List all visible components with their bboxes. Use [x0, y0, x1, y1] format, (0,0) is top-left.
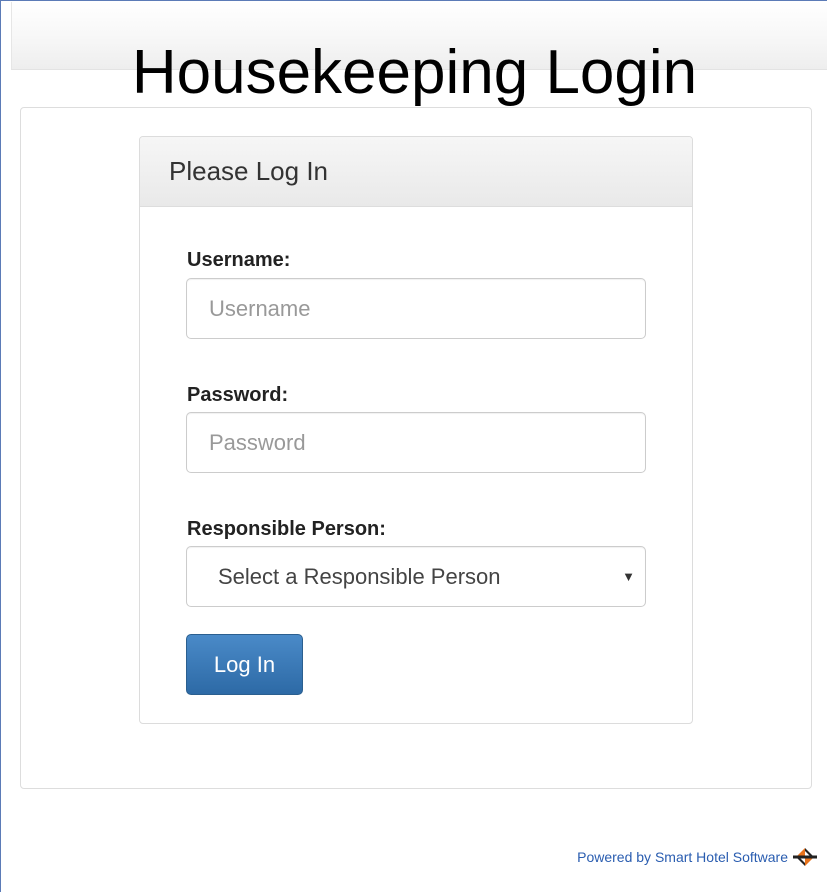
log-in-button[interactable]: Log In [186, 634, 303, 695]
powered-by-link[interactable]: Powered by Smart Hotel Software [577, 847, 788, 867]
login-panel: Please Log In Username: Password: Respon… [139, 136, 693, 724]
smart-hotel-logo-icon [793, 848, 817, 866]
username-input[interactable] [186, 278, 646, 339]
browser-frame: Housekeeping Login Please Log In Usernam… [0, 0, 827, 892]
page-title: Housekeeping Login [131, 38, 698, 107]
username-label: Username: [187, 249, 291, 271]
responsible-person-label: Responsible Person: [187, 518, 386, 540]
responsible-person-selected: Select a Responsible Person [218, 564, 501, 589]
login-panel-heading: Please Log In [140, 137, 692, 207]
caret-down-icon: ▼ [622, 569, 635, 584]
password-label: Password: [187, 384, 289, 406]
password-input[interactable] [186, 412, 646, 473]
responsible-person-select[interactable]: Select a Responsible Person ▼ [186, 546, 646, 607]
